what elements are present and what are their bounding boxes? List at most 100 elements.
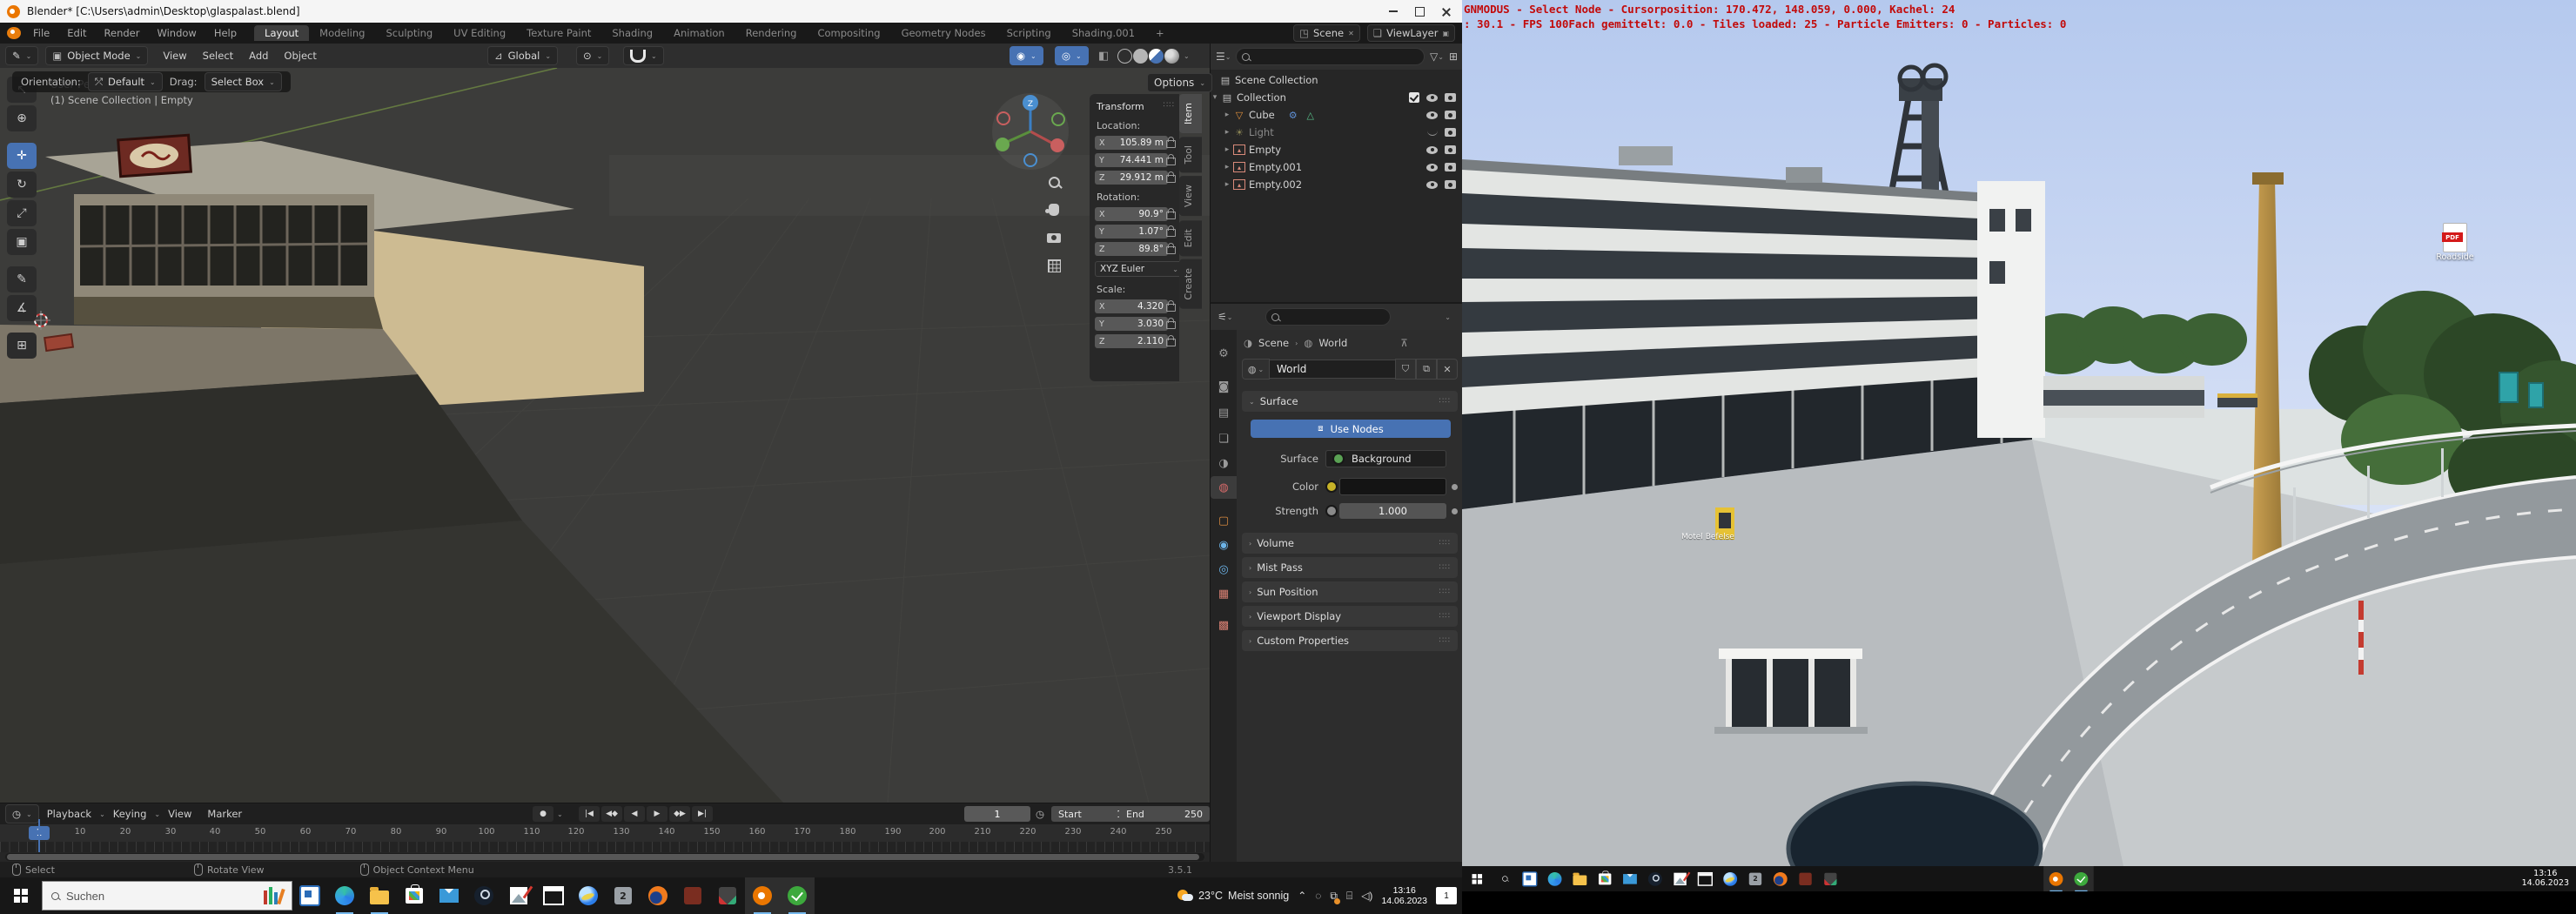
sidebar-tab-create[interactable]: Create xyxy=(1179,259,1202,309)
start-button[interactable] xyxy=(0,877,42,914)
taskbar-icon-paint-tool[interactable] xyxy=(710,877,745,914)
menu-select[interactable]: Select xyxy=(195,50,241,62)
scale-z-field[interactable]: Z2.110 xyxy=(1095,334,1168,348)
taskbar-icon-window-app[interactable] xyxy=(536,877,571,914)
disclosure-icon[interactable]: ▸ xyxy=(1223,111,1231,119)
menu-keying[interactable]: Keying xyxy=(105,808,155,820)
disclosure-icon[interactable]: ▸ xyxy=(1223,163,1231,171)
taskbar-icon-microsoft-store[interactable] xyxy=(1593,865,1618,891)
volume-panel-header[interactable]: ›Volume∷∷ xyxy=(1242,533,1458,554)
outliner-row-cube[interactable]: ▸ ▽ Cube ⚙ △ xyxy=(1211,106,1463,124)
mode-dropdown[interactable]: ▣ Object Mode⌄ xyxy=(45,46,148,65)
taskbar-icon-library-app[interactable] xyxy=(292,877,327,914)
menu-help[interactable]: Help xyxy=(205,27,245,39)
taskbar-icon-mail[interactable] xyxy=(1618,865,1643,891)
menu-window[interactable]: Window xyxy=(148,27,205,39)
transform-tool[interactable]: ▣ xyxy=(7,229,37,255)
timeline-ticks[interactable] xyxy=(0,842,1210,852)
minimize-button[interactable] xyxy=(1380,1,1406,22)
location-x-field[interactable]: X105.89 m xyxy=(1095,136,1168,150)
play-reverse-button[interactable]: ◀ xyxy=(624,806,645,822)
taskbar-icon-blender[interactable] xyxy=(2043,865,2069,891)
rotation-mode-dropdown[interactable]: XYZ Euler⌄ xyxy=(1095,261,1184,277)
tab-shading[interactable]: Shading xyxy=(601,25,663,41)
taskbar-icon-map-tool[interactable] xyxy=(1793,865,1818,891)
breadcrumb-scene[interactable]: Scene xyxy=(1258,337,1289,349)
tray-chevron-icon[interactable]: ⌃ xyxy=(1298,890,1306,902)
outliner-row-empty[interactable]: ▸ ▴ Empty xyxy=(1211,141,1463,158)
scale-x-field[interactable]: X4.320 xyxy=(1095,299,1168,313)
surface-shader-dropdown[interactable]: Background xyxy=(1325,450,1446,467)
tab-output-properties[interactable]: ▤ xyxy=(1211,401,1237,424)
stopwatch-icon[interactable]: ◷ xyxy=(1036,808,1044,820)
tray-network-icon[interactable]: ⌸ xyxy=(1346,890,1352,903)
surface-panel-header[interactable]: ⌄Surface∷∷ xyxy=(1242,391,1458,412)
tab-physics-properties[interactable]: ◉ xyxy=(1211,534,1237,556)
lock-icon[interactable] xyxy=(1166,158,1176,165)
taskbar-icon-blender[interactable] xyxy=(745,877,780,914)
taskbar-icon-edge-browser[interactable] xyxy=(327,877,362,914)
taskbar-icon-paint-tool[interactable] xyxy=(1818,865,1843,891)
color-swatch-field[interactable] xyxy=(1339,478,1446,495)
menu-add[interactable]: Add xyxy=(241,50,276,62)
move-tool[interactable]: ✛ xyxy=(7,143,37,169)
shading-dropdown-icon[interactable]: ⌄ xyxy=(1184,52,1190,60)
tab-compositing[interactable]: Compositing xyxy=(807,25,890,41)
sun-position-panel-header[interactable]: ›Sun Position∷∷ xyxy=(1242,581,1458,602)
timeline-scrollbar[interactable] xyxy=(5,853,1204,861)
animate-decorator-icon[interactable] xyxy=(1452,508,1458,514)
taskbar-icon-map-tool[interactable] xyxy=(675,877,710,914)
disclosure-icon[interactable]: ▸ xyxy=(1223,145,1231,154)
menu-object[interactable]: Object xyxy=(276,50,324,62)
tray-volume-icon[interactable]: ◁) xyxy=(1361,890,1372,902)
taskbar-icon-google-earth[interactable] xyxy=(1718,865,1743,891)
title-bar[interactable]: Blender* [C:\Users\admin\Desktop\glaspal… xyxy=(0,0,1462,23)
simulator-window[interactable]: GNMODUS - Select Node - Cursorposition: … xyxy=(1462,0,2576,866)
new-collection-icon[interactable]: ⊞ xyxy=(1449,50,1458,63)
menu-playback[interactable]: Playback xyxy=(39,808,99,820)
disclosure-icon[interactable]: ▸ xyxy=(1223,128,1231,137)
camera-view-icon[interactable] xyxy=(1043,226,1065,249)
taskbar-icon-firestorm-viewer[interactable] xyxy=(1768,865,1793,891)
taskbar-icon-green-check-app[interactable] xyxy=(780,877,815,914)
maximize-button[interactable] xyxy=(1406,1,1432,22)
camera-visibility-icon[interactable] xyxy=(1445,128,1456,137)
timeline-ruler[interactable]: 1 10 20 30 40 50 60 70 80 90 100 110 120… xyxy=(0,824,1210,842)
pdf-desktop-icon-label[interactable]: Roadside xyxy=(2423,252,2487,262)
lock-icon[interactable] xyxy=(1166,212,1176,219)
taskbar-icon-library-app[interactable] xyxy=(1517,865,1542,891)
color-socket-icon[interactable] xyxy=(1325,481,1338,493)
shading-wireframe-icon[interactable] xyxy=(1117,49,1132,64)
camera-visibility-icon[interactable] xyxy=(1445,145,1456,154)
outliner-editor-icon[interactable]: ☰⌄ xyxy=(1216,50,1231,63)
menu-view-timeline[interactable]: View xyxy=(160,808,199,820)
tab-geometry-nodes[interactable]: Geometry Nodes xyxy=(891,25,996,41)
lock-icon[interactable] xyxy=(1166,246,1176,254)
shading-material-icon[interactable] xyxy=(1149,49,1164,64)
tab-sculpting[interactable]: Sculpting xyxy=(375,25,443,41)
properties-search-input[interactable] xyxy=(1265,308,1391,326)
taskbar-icon-mail[interactable] xyxy=(432,877,466,914)
taskbar-icon-edge-browser[interactable] xyxy=(1542,865,1567,891)
fake-user-shield-icon[interactable]: ⛉ xyxy=(1395,359,1416,380)
eye-icon[interactable] xyxy=(1426,111,1438,119)
measure-tool[interactable]: ∡ xyxy=(7,295,37,321)
menu-edit[interactable]: Edit xyxy=(58,27,95,39)
tab-uv-editing[interactable]: UV Editing xyxy=(443,25,516,41)
duplicate-datablock-icon[interactable]: ⧉ xyxy=(1416,359,1437,380)
tab-scripting[interactable]: Scripting xyxy=(996,25,1062,41)
camera-visibility-icon[interactable] xyxy=(1445,93,1456,102)
rotation-x-field[interactable]: X90.9° xyxy=(1095,207,1168,221)
jump-to-start-button[interactable]: |◀ xyxy=(579,806,600,822)
tab-scene-properties[interactable]: ◑ xyxy=(1211,452,1237,474)
outliner-row-empty-001[interactable]: ▸ ▴ Empty.001 xyxy=(1211,158,1463,176)
frame-start-field[interactable]: Start1 xyxy=(1051,806,1130,822)
tab-view-layer-properties[interactable]: ❏ xyxy=(1211,427,1237,450)
taskbar-icon-green-check-app[interactable] xyxy=(2069,865,2094,891)
clock-right[interactable]: 13:16 14.06.2023 xyxy=(2522,869,2569,888)
lock-icon[interactable] xyxy=(1166,339,1176,346)
tab-render-properties[interactable]: ◙ xyxy=(1211,375,1237,398)
xray-toggle-icon[interactable]: ◧ xyxy=(1098,50,1109,63)
taskbar-icon-file-explorer[interactable] xyxy=(362,877,397,914)
value-socket-icon[interactable] xyxy=(1325,505,1338,517)
